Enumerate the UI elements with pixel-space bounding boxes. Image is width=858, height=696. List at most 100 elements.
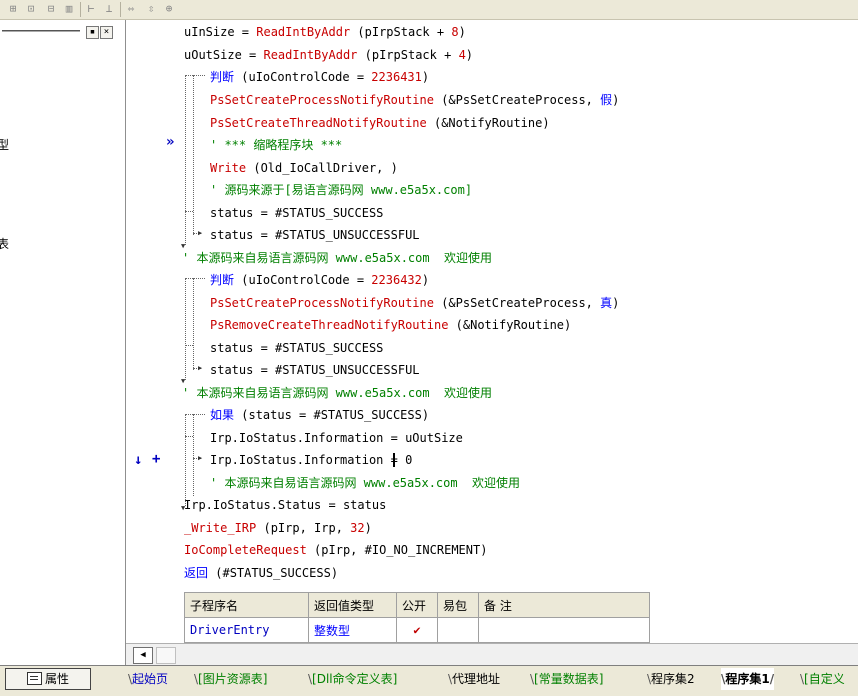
code-text: (uIoControlCode =: [234, 273, 372, 287]
align-width-icon[interactable]: ⊢: [84, 2, 98, 15]
code-editor[interactable]: ▶ ▼ ▶ ▼ ▶ ▼ uInSize = ReadIntByAddr (pIr…: [180, 20, 858, 642]
code-line[interactable]: ' 本源码来自易语言源码网 www.e5a5x.com 欢迎使用: [182, 385, 492, 401]
code-line[interactable]: ' 本源码来自易语言源码网 www.e5a5x.com 欢迎使用: [182, 250, 492, 266]
code-text: Irp.IoStatus.Status = status: [184, 498, 387, 512]
code-text: Irp.IoStatus.Information = uOutSize: [210, 431, 463, 445]
code-line[interactable]: PsSetCreateProcessNotifyRoutine (&PsSetC…: [210, 295, 619, 311]
keyword: 返回: [184, 566, 209, 580]
tab-image-resources[interactable]: \[图片资源表]: [194, 668, 267, 690]
code-text: Irp.IoStatus.Information: [210, 453, 391, 467]
function-name: _Write_IRP: [184, 521, 257, 535]
code-line[interactable]: PsSetCreateProcessNotifyRoutine (&PsSetC…: [210, 92, 619, 108]
tab-module-1[interactable]: \程序集1/: [721, 668, 775, 690]
line-gutter: » ↓ +: [126, 20, 180, 642]
code-line[interactable]: status = #STATUS_SUCCESS: [210, 205, 383, 221]
code-line[interactable]: Write (Old_IoCallDriver, ): [210, 160, 398, 176]
code-line[interactable]: uOutSize = ReadIntByAddr (pIrpStack + 4): [184, 47, 473, 63]
code-text: (pIrpStack +: [357, 48, 459, 62]
keyword: 判断: [210, 70, 235, 84]
tab-dll-commands[interactable]: \[Dll命令定义表]: [308, 668, 397, 690]
subprogram-name-cell[interactable]: DriverEntry: [184, 617, 309, 643]
code-line[interactable]: _Write_IRP (pIrp, Irp, 32): [184, 520, 372, 536]
number-literal: 8: [451, 25, 459, 39]
flow-guide: [185, 414, 205, 415]
code-line[interactable]: 判断 (uIoControlCode = 2236431): [210, 69, 429, 85]
flow-guide: [185, 75, 186, 245]
note-cell[interactable]: [478, 617, 650, 643]
code-line[interactable]: Irp.IoStatus.Information = 0: [210, 452, 412, 468]
tab-label: 程序集1: [725, 672, 770, 686]
column-header-package[interactable]: 易包: [437, 592, 479, 618]
code-line[interactable]: ' *** 缩略程序块 ***: [210, 137, 342, 153]
subprogram-table: 子程序名 返回值类型 公开 易包 备 注 DriverEntry 整数型 ✔: [184, 592, 650, 643]
code-text: (pIrp, #IO_NO_INCREMENT): [306, 543, 488, 557]
horizontal-scrollbar[interactable]: ◀: [126, 643, 858, 665]
current-line-marker-icon: »: [166, 134, 175, 150]
properties-button[interactable]: 属性: [5, 668, 91, 690]
code-line[interactable]: ' 本源码来自易语言源码网 www.e5a5x.com 欢迎使用: [210, 475, 520, 491]
code-text: ): [612, 296, 620, 310]
function-name: PsSetCreateProcessNotifyRoutine: [210, 93, 434, 107]
code-text: uOutSize =: [184, 48, 264, 62]
flow-guide: [193, 278, 194, 370]
tab-custom-types[interactable]: \[自定义: [800, 668, 845, 690]
code-text: (#STATUS_SUCCESS): [208, 566, 339, 580]
scroll-left-icon[interactable]: ◀: [133, 647, 153, 664]
flow-guide: [185, 436, 193, 437]
code-line[interactable]: PsSetCreateThreadNotifyRoutine (&NotifyR…: [210, 115, 550, 131]
code-line[interactable]: 如果 (status = #STATUS_SUCCESS): [210, 407, 429, 423]
code-line[interactable]: IoCompleteRequest (pIrp, #IO_NO_INCREMEN…: [184, 542, 487, 558]
code-text: status = #STATUS_UNSUCCESSFUL: [210, 228, 420, 242]
code-text: (Old_IoCallDriver, ): [246, 161, 398, 175]
code-line[interactable]: status = #STATUS_UNSUCCESSFUL: [210, 362, 420, 378]
cell-split-icon[interactable]: ⊡: [24, 2, 38, 15]
close-icon[interactable]: ×: [100, 26, 113, 39]
public-check-icon[interactable]: ✔: [396, 617, 438, 643]
left-panel: ▪ × 型 表: [0, 20, 126, 665]
tab-start-page[interactable]: \起始页: [128, 668, 168, 690]
arrow-down-icon[interactable]: ↓: [134, 452, 142, 468]
titlebar-grip: [2, 30, 80, 32]
same-width-icon[interactable]: ⇿: [124, 2, 138, 15]
code-line[interactable]: status = #STATUS_SUCCESS: [210, 340, 383, 356]
code-line[interactable]: Irp.IoStatus.Status = status: [184, 497, 386, 513]
code-text: ): [364, 521, 372, 535]
flow-guide: [185, 345, 193, 346]
column-header-return-type[interactable]: 返回值类型: [308, 592, 397, 618]
function-name: PsSetCreateThreadNotifyRoutine: [210, 116, 427, 130]
column-header-note[interactable]: 备 注: [478, 592, 650, 618]
tab-module-2[interactable]: \程序集2: [647, 668, 695, 690]
function-name: ReadIntByAddr: [256, 25, 351, 39]
code-text: (status = #STATUS_SUCCESS): [234, 408, 430, 422]
same-height-icon[interactable]: ⇳: [144, 2, 158, 15]
same-size-icon[interactable]: ⊕: [162, 2, 176, 15]
code-line[interactable]: PsRemoveCreateThreadNotifyRoutine (&Noti…: [210, 317, 571, 333]
code-line[interactable]: ' 源码来源于[易语言源码网 www.e5a5x.com]: [210, 182, 472, 198]
scroll-splitter[interactable]: [156, 647, 176, 664]
column-header-name[interactable]: 子程序名: [184, 592, 309, 618]
tab-proxy-address[interactable]: \代理地址: [448, 668, 500, 690]
align-height-icon[interactable]: ⊥: [102, 2, 116, 15]
code-line[interactable]: 判断 (uIoControlCode = 2236432): [210, 272, 429, 288]
flow-guide: [193, 75, 194, 235]
code-line[interactable]: status = #STATUS_UNSUCCESSFUL: [210, 227, 420, 243]
column-header-public[interactable]: 公开: [396, 592, 438, 618]
tab-constants[interactable]: \[常量数据表]: [530, 668, 603, 690]
code-text: (pIrpStack +: [350, 25, 452, 39]
code-line[interactable]: uInSize = ReadIntByAddr (pIrpStack + 8): [184, 24, 466, 40]
function-name: PsSetCreateProcessNotifyRoutine: [210, 296, 434, 310]
return-type-cell[interactable]: 整数型: [308, 617, 397, 643]
expand-plus-icon[interactable]: +: [152, 451, 160, 467]
code-line[interactable]: 返回 (#STATUS_SUCCESS): [184, 565, 338, 581]
function-name: IoCompleteRequest: [184, 543, 307, 557]
table-row[interactable]: DriverEntry 整数型 ✔: [184, 617, 650, 643]
code-line[interactable]: Irp.IoStatus.Information = uOutSize: [210, 430, 463, 446]
cell-merge-icon[interactable]: ⊞: [6, 2, 20, 15]
package-cell[interactable]: [437, 617, 479, 643]
column-insert-icon[interactable]: ▥: [62, 2, 76, 15]
restore-icon[interactable]: ▪: [86, 26, 99, 39]
code-text: ): [465, 48, 474, 62]
row-insert-icon[interactable]: ⊟: [44, 2, 58, 15]
properties-label: 属性: [44, 672, 69, 686]
code-text: ): [612, 93, 620, 107]
